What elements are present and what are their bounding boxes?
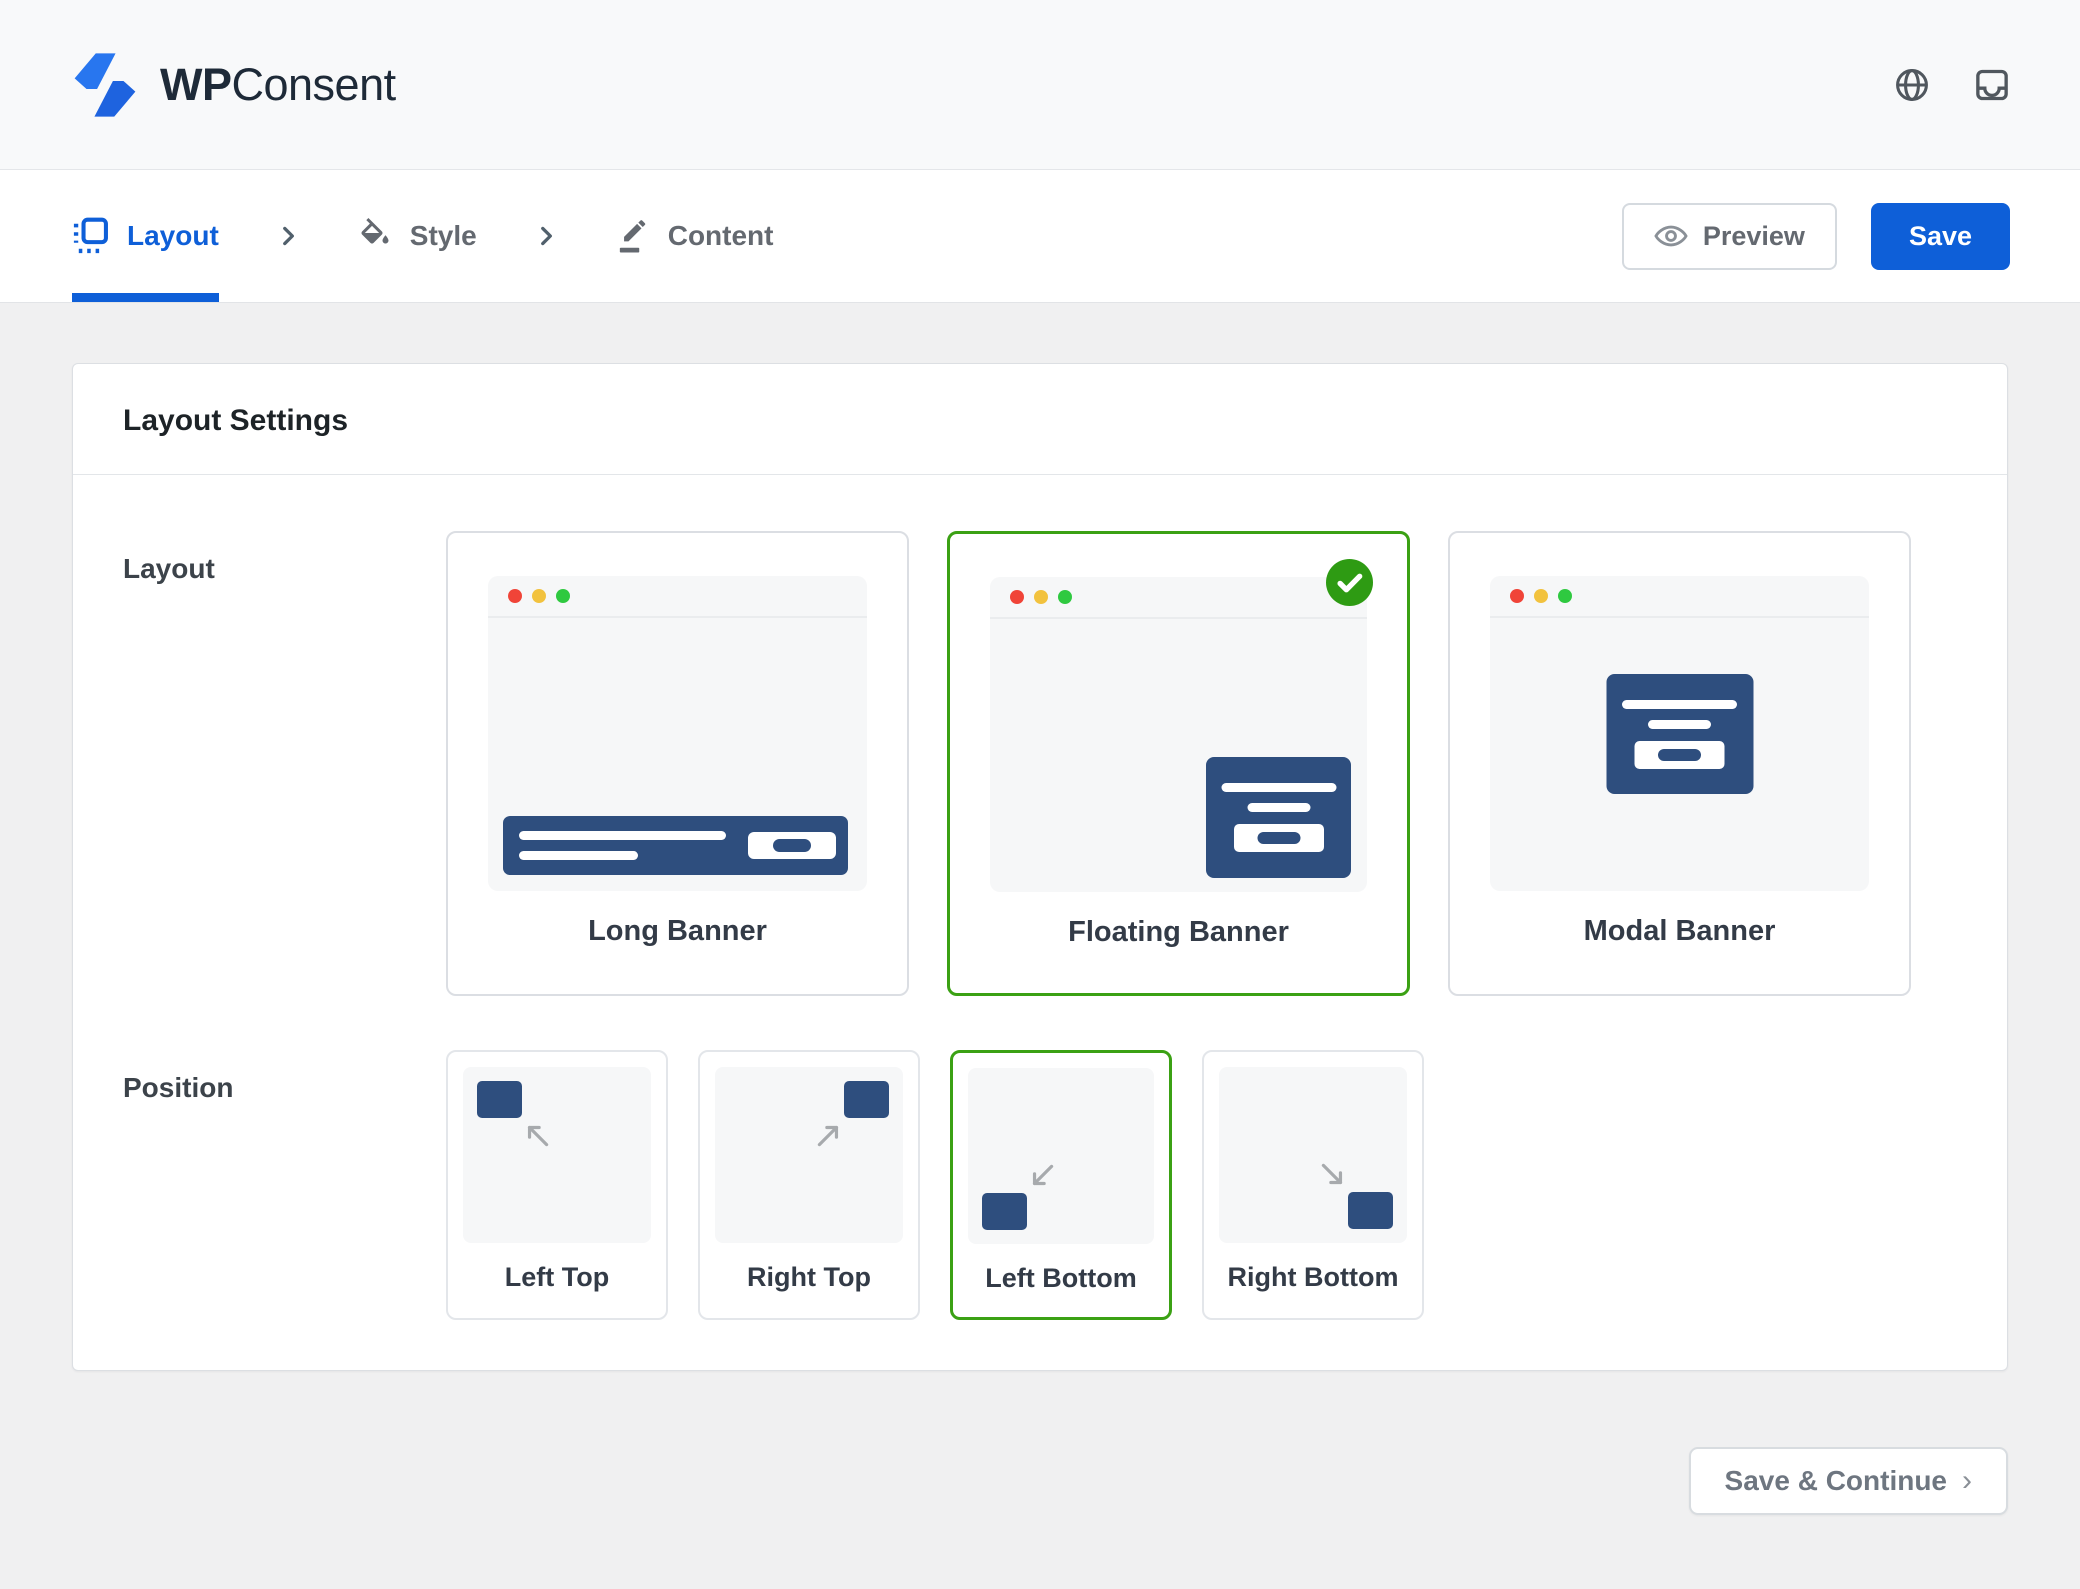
tab-content-label: Content bbox=[668, 220, 774, 252]
banner-position-rect bbox=[477, 1081, 522, 1118]
position-option-label: Left Top bbox=[448, 1262, 666, 1293]
layout-option-group: Long Banner bbox=[446, 531, 1911, 996]
banner-text-line bbox=[1648, 720, 1711, 729]
position-preview bbox=[463, 1067, 651, 1243]
browser-titlebar bbox=[990, 577, 1367, 619]
browser-mockup bbox=[488, 576, 867, 891]
banner-button-pill bbox=[1658, 749, 1701, 761]
position-option-group: Left Top Right Top bbox=[446, 1050, 1424, 1320]
layout-option-label: Modal Banner bbox=[1450, 915, 1909, 948]
chevron-right-icon bbox=[533, 223, 559, 249]
brand-name-rest: Consent bbox=[232, 59, 396, 110]
save-button[interactable]: Save bbox=[1871, 203, 2010, 270]
brand-name: WPConsent bbox=[160, 59, 396, 111]
banner-button-graphic bbox=[1635, 741, 1725, 769]
footer-actions: Save & Continue › bbox=[72, 1447, 2008, 1515]
panel-header: Layout Settings bbox=[73, 364, 2007, 475]
traffic-dot-green-icon bbox=[556, 589, 570, 603]
traffic-dot-green-icon bbox=[1058, 590, 1072, 604]
layout-frame-icon bbox=[72, 217, 110, 255]
browser-titlebar bbox=[1490, 576, 1869, 618]
position-option-right-top[interactable]: Right Top bbox=[698, 1050, 920, 1320]
banner-position-rect bbox=[982, 1193, 1027, 1230]
tab-content[interactable]: Content bbox=[615, 170, 774, 302]
banner-position-rect bbox=[1348, 1192, 1393, 1229]
traffic-dot-yellow-icon bbox=[1534, 589, 1548, 603]
traffic-dot-red-icon bbox=[1510, 589, 1524, 603]
banner-button-pill bbox=[1257, 832, 1300, 844]
layout-option-modal-banner[interactable]: Modal Banner bbox=[1448, 531, 1911, 996]
panel-title: Layout Settings bbox=[123, 404, 1957, 438]
pencil-icon bbox=[615, 218, 651, 254]
layout-option-floating-banner[interactable]: Floating Banner bbox=[947, 531, 1410, 996]
position-option-right-bottom[interactable]: Right Bottom bbox=[1202, 1050, 1424, 1320]
app-logo: WPConsent bbox=[72, 47, 396, 123]
banner-button-graphic bbox=[1234, 824, 1324, 852]
chevron-right-icon bbox=[275, 223, 301, 249]
preview-button[interactable]: Preview bbox=[1622, 203, 1837, 270]
paint-bucket-icon bbox=[357, 218, 393, 254]
floating-banner-graphic bbox=[1206, 757, 1351, 878]
diagonal-arrow-icon bbox=[813, 1119, 845, 1151]
save-continue-button[interactable]: Save & Continue › bbox=[1689, 1447, 2008, 1515]
banner-text-line bbox=[1622, 700, 1737, 709]
position-option-left-bottom[interactable]: Left Bottom bbox=[950, 1050, 1172, 1320]
tab-style[interactable]: Style bbox=[357, 170, 477, 302]
save-continue-label: Save & Continue bbox=[1725, 1465, 1947, 1497]
position-option-label: Right Top bbox=[700, 1262, 918, 1293]
position-row-label: Position bbox=[123, 1050, 446, 1320]
banner-text-line bbox=[519, 831, 726, 840]
modal-banner-graphic bbox=[1606, 674, 1753, 794]
app-header: WPConsent bbox=[0, 0, 2080, 170]
position-preview bbox=[968, 1068, 1154, 1244]
step-nav: Layout Style Content bbox=[0, 170, 2080, 303]
banner-position-rect bbox=[844, 1081, 889, 1118]
layout-option-label: Floating Banner bbox=[950, 916, 1407, 949]
tab-layout-label: Layout bbox=[127, 220, 219, 252]
browser-titlebar bbox=[488, 576, 867, 618]
browser-mockup bbox=[1490, 576, 1869, 891]
banner-text-line bbox=[519, 851, 638, 860]
position-setting-row: Position Left Top bbox=[123, 1050, 1957, 1320]
position-preview bbox=[1219, 1067, 1407, 1243]
layout-setting-row: Layout bbox=[123, 531, 1957, 996]
layout-option-label: Long Banner bbox=[448, 915, 907, 948]
panel-body: Layout bbox=[73, 475, 2007, 1370]
long-banner-graphic bbox=[503, 816, 848, 875]
diagonal-arrow-icon bbox=[1317, 1159, 1349, 1191]
banner-text-line bbox=[1221, 783, 1336, 792]
position-option-label: Right Bottom bbox=[1204, 1262, 1422, 1293]
diagonal-arrow-icon bbox=[521, 1119, 553, 1151]
layout-settings-panel: Layout Settings Layout bbox=[72, 363, 2008, 1371]
chevron-right-glyph: › bbox=[1962, 1464, 1972, 1498]
step-tabs: Layout Style Content bbox=[72, 170, 773, 302]
layout-option-long-banner[interactable]: Long Banner bbox=[446, 531, 909, 996]
banner-text-line bbox=[1247, 803, 1310, 812]
traffic-dot-green-icon bbox=[1558, 589, 1572, 603]
preview-button-label: Preview bbox=[1703, 221, 1805, 252]
traffic-dot-red-icon bbox=[1010, 590, 1024, 604]
banner-button-pill bbox=[773, 839, 811, 852]
toolbar-actions: Preview Save bbox=[1622, 203, 2010, 270]
tab-style-label: Style bbox=[410, 220, 477, 252]
wpconsent-logo-icon bbox=[72, 47, 138, 123]
layout-row-label: Layout bbox=[123, 531, 446, 996]
eye-icon bbox=[1654, 219, 1688, 253]
inbox-tray-icon[interactable] bbox=[1974, 67, 2010, 103]
brand-name-bold: WP bbox=[160, 59, 232, 110]
globe-icon[interactable] bbox=[1894, 67, 1930, 103]
position-preview bbox=[715, 1067, 903, 1243]
position-option-left-top[interactable]: Left Top bbox=[446, 1050, 668, 1320]
traffic-dot-yellow-icon bbox=[532, 589, 546, 603]
traffic-dot-red-icon bbox=[508, 589, 522, 603]
position-option-label: Left Bottom bbox=[953, 1263, 1169, 1294]
main-content: Layout Settings Layout bbox=[0, 363, 2080, 1515]
traffic-dot-yellow-icon bbox=[1034, 590, 1048, 604]
banner-button-graphic bbox=[748, 832, 836, 859]
tab-layout[interactable]: Layout bbox=[72, 170, 219, 302]
header-icon-group bbox=[1894, 67, 2010, 103]
diagonal-arrow-icon bbox=[1026, 1160, 1058, 1192]
check-circle-icon bbox=[1326, 559, 1373, 606]
browser-mockup bbox=[990, 577, 1367, 892]
